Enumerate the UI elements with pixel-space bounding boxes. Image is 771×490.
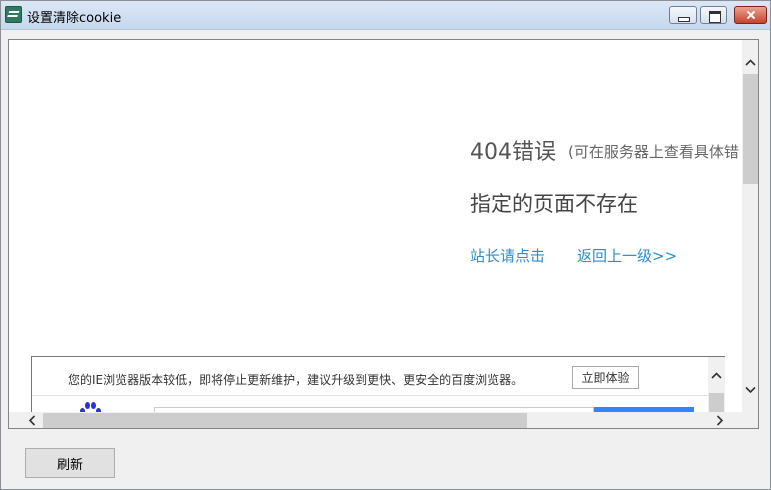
minimize-button[interactable]	[669, 6, 697, 24]
refresh-button[interactable]: 刷新	[25, 448, 115, 478]
horizontal-scrollbar[interactable]	[9, 412, 742, 428]
scroll-right-icon[interactable]	[711, 412, 728, 428]
baidu-paw-icon	[76, 400, 104, 412]
app-window: 设置清除cookie 404错误 (可在服务器上查看具体错 指定的页面不存在 站…	[0, 0, 771, 490]
banner-scroll-thumb[interactable]	[709, 393, 724, 412]
close-button[interactable]	[734, 6, 767, 24]
try-now-button[interactable]: 立即体验	[572, 366, 639, 389]
app-logo-icon	[5, 6, 22, 23]
scrollbar-corner	[742, 412, 758, 428]
browser-upgrade-banner: 您的IE浏览器版本较低，即将停止更新维护，建议升级到更快、更安全的百度浏览器。 …	[31, 356, 725, 412]
scroll-up-icon[interactable]	[708, 367, 725, 384]
scroll-left-icon[interactable]	[24, 412, 41, 428]
maximize-button[interactable]	[700, 6, 727, 24]
vertical-scrollbar[interactable]	[742, 40, 758, 412]
vertical-scroll-thumb[interactable]	[743, 74, 758, 184]
banner-divider	[32, 395, 708, 396]
banner-text: 您的IE浏览器版本较低，即将停止更新维护，建议升级到更快、更安全的百度浏览器。	[68, 373, 524, 387]
web-browser-view: 404错误 (可在服务器上查看具体错 指定的页面不存在 站长请点击 返回上一级>…	[8, 39, 759, 429]
back-link[interactable]: 返回上一级>>	[577, 245, 677, 266]
title-bar[interactable]: 设置清除cookie	[1, 1, 770, 30]
scroll-up-icon[interactable]	[742, 54, 758, 71]
banner-scrollbar[interactable]	[708, 357, 725, 412]
admin-link[interactable]: 站长请点击	[470, 245, 545, 266]
web-page: 404错误 (可在服务器上查看具体错 指定的页面不存在 站长请点击 返回上一级>…	[9, 40, 742, 412]
error-hint: (可在服务器上查看具体错	[568, 143, 739, 161]
error-title: 404错误	[470, 140, 556, 165]
scroll-down-icon[interactable]	[742, 381, 758, 398]
error-subtitle: 指定的页面不存在	[470, 192, 638, 216]
window-title: 设置清除cookie	[27, 11, 122, 26]
horizontal-scroll-thumb[interactable]	[43, 413, 527, 428]
